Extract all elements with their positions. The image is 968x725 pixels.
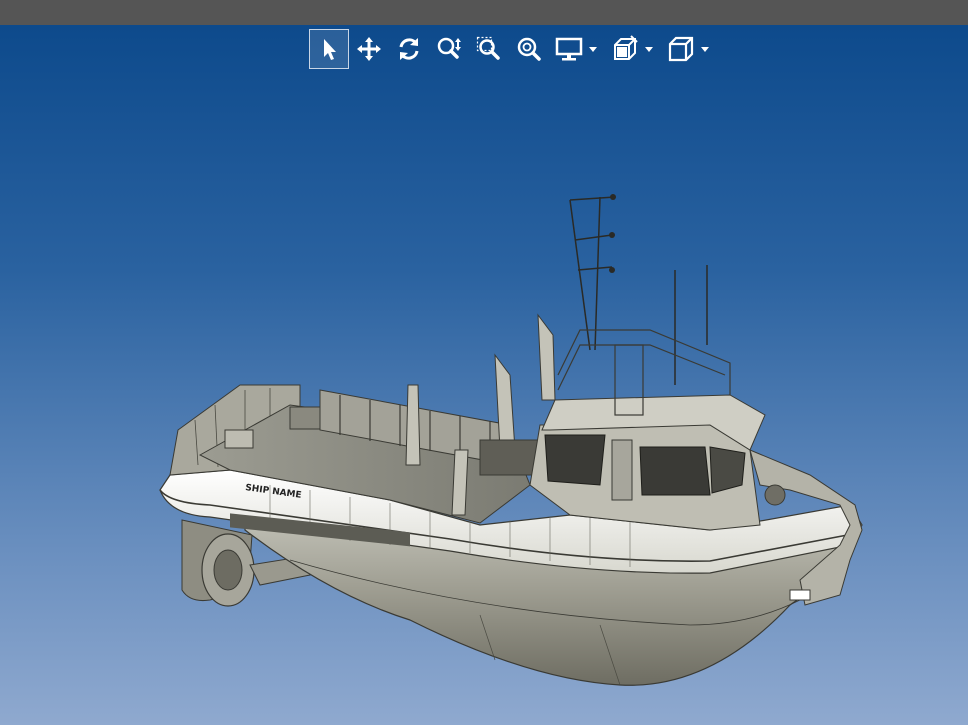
rotate-tool-button[interactable]: [389, 29, 429, 69]
zoom-window-icon: [476, 36, 500, 60]
move-arrows-icon: [357, 37, 381, 61]
chevron-down-icon: [701, 46, 709, 52]
mast: [569, 196, 708, 385]
section-cut-icon: [614, 35, 638, 60]
chevron-down-icon: [589, 46, 597, 52]
view-orientation-dropdown[interactable]: [661, 29, 717, 69]
pan-tool-button[interactable]: [349, 29, 389, 69]
display-mode-dropdown[interactable]: [549, 29, 605, 69]
section-dropdown[interactable]: [605, 29, 661, 69]
zoom-updown-icon: [437, 37, 461, 59]
view-toolbar: [309, 29, 717, 69]
zoom-tool-button[interactable]: [429, 29, 469, 69]
chevron-down-icon: [645, 46, 653, 52]
zoom-window-tool-button[interactable]: [469, 29, 509, 69]
monitor-icon: [555, 37, 583, 61]
cursor-arrow-icon: [324, 39, 336, 60]
cube-icon: [668, 36, 694, 62]
rotate-icon: [399, 38, 419, 60]
zoom-fit-tool-button[interactable]: [509, 29, 549, 69]
select-tool-button[interactable]: [309, 29, 349, 69]
zoom-fit-icon: [517, 37, 541, 61]
tugboat-3d-model[interactable]: SHIP NAME: [150, 185, 875, 690]
title-bar: [0, 0, 968, 25]
